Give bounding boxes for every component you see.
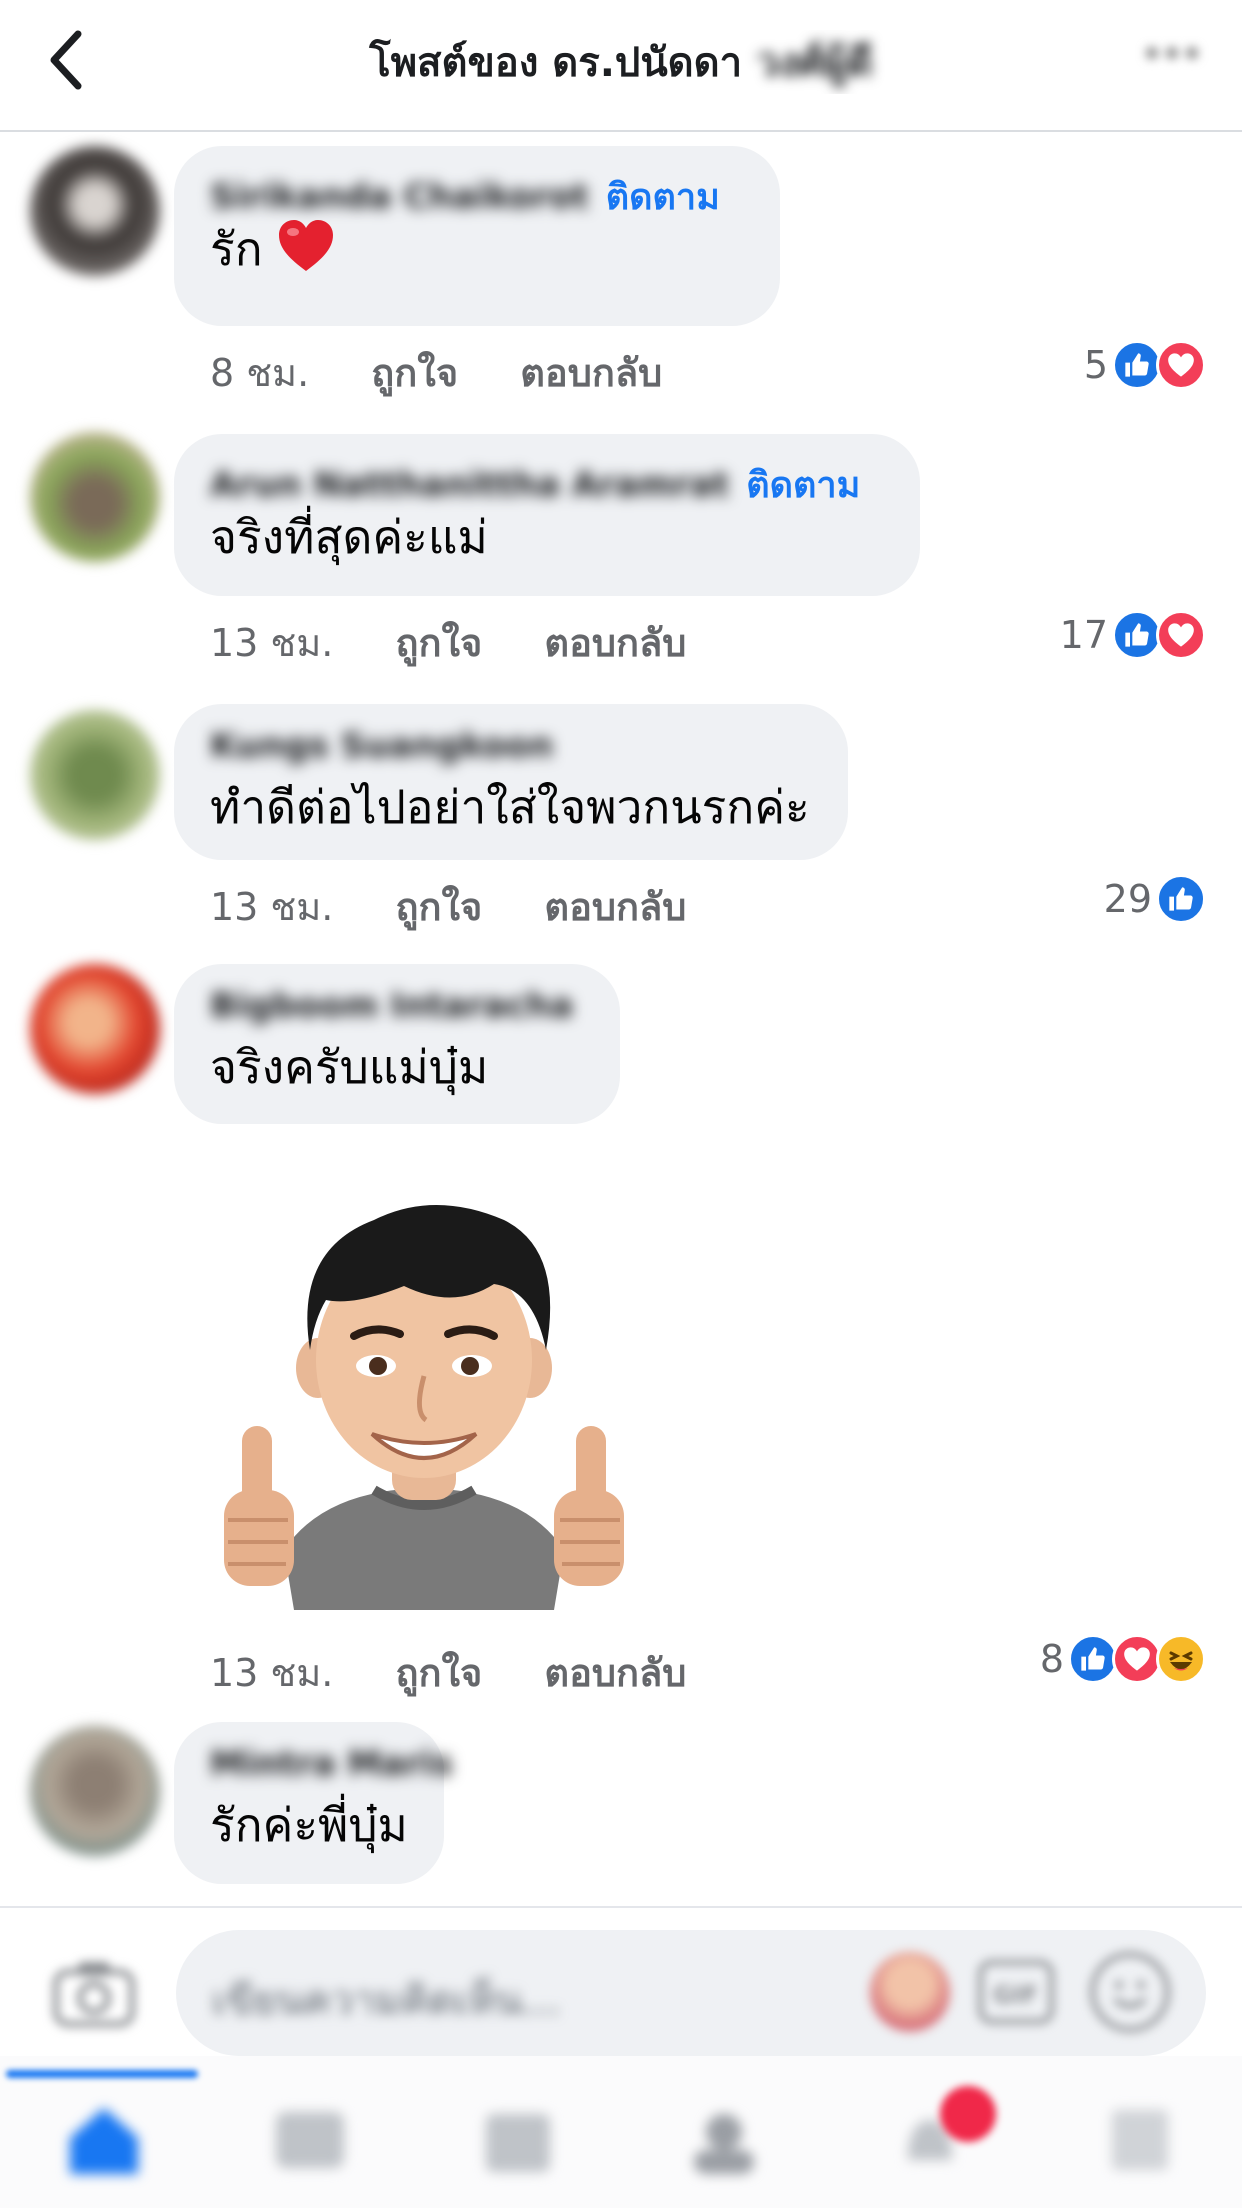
more-options-button[interactable] [1142, 44, 1202, 74]
home-icon [70, 2108, 138, 2174]
commenter-name[interactable]: Bigboom Intaracha [210, 986, 573, 1026]
top-nav-bar: โพสต์ของ ดร.ปนัดดา วงศ์ผู้ดี [0, 0, 1242, 132]
commenter-name[interactable]: Mintra Maris [210, 1744, 453, 1784]
chevron-left-icon [50, 30, 82, 90]
tab-marketplace[interactable] [476, 2102, 560, 2178]
comment-bubble[interactable]: Mintra Maris รักค่ะพี่บุ๋ม [174, 1722, 453, 1884]
notification-badge [940, 2086, 996, 2142]
comment-bubble[interactable]: Bigboom Intaracha จริงครับแม่บุ๋ม [174, 964, 620, 1124]
bottom-tab-bar [0, 2056, 1242, 2208]
reaction-summary[interactable]: 8 [1040, 1634, 1206, 1684]
tab-groups[interactable] [682, 2102, 766, 2178]
comment-text: ทำดีต่อไปอย่าใส่ใจพวกนรกค่ะ [210, 780, 810, 834]
comment-time: 13 ชม. [210, 885, 334, 929]
reaction-summary[interactable]: 5 [1084, 340, 1206, 390]
watch-icon [276, 2112, 344, 2168]
page-title-text: โพสต์ของ ดร.ปนัดดา [369, 40, 756, 86]
love-reaction-icon [1156, 610, 1206, 660]
groups-icon [694, 2114, 754, 2174]
page-title-blurred-part: วงศ์ผู้ดี [756, 40, 873, 86]
avatar[interactable] [30, 710, 160, 840]
reply-button[interactable]: ตอบกลับ [544, 885, 686, 929]
svg-text:GIF: GIF [993, 1981, 1038, 2009]
tab-menu[interactable] [1098, 2102, 1182, 2178]
reaction-count: 29 [1103, 877, 1152, 921]
commenter-name[interactable]: Kungs Suangkoon [210, 726, 553, 766]
avatar[interactable] [30, 1726, 160, 1856]
comment-time: 8 ชม. [210, 351, 310, 395]
comment-meta: 13 ชม. ถูกใจ ตอบกลับ [210, 1642, 736, 1703]
reaction-count: 8 [1039, 1637, 1064, 1681]
comment-text: จริงที่สุดค่ะแม่ [210, 510, 488, 564]
avatar[interactable] [30, 964, 160, 1094]
comment-meta: 13 ชม. ถูกใจ ตอบกลับ [210, 876, 736, 937]
camera-icon [53, 1962, 135, 2027]
avatar-thumbs-up-sticker[interactable] [214, 1190, 634, 1620]
avatar[interactable] [30, 146, 160, 276]
comment-time: 13 ชม. [210, 1651, 334, 1695]
menu-icon [1112, 2110, 1168, 2170]
comment-input-placeholder: เขียนความคิดเห็น... [212, 1978, 561, 2024]
like-reaction-icon [1112, 610, 1162, 660]
avatar[interactable] [30, 432, 160, 562]
comment-bubble[interactable]: Kungs Suangkoon ทำดีต่อไปอย่าใส่ใจพวกนรก… [174, 704, 848, 860]
emoji-button[interactable] [1090, 1952, 1170, 2032]
follow-button[interactable]: ติดตาม [606, 168, 720, 225]
comment-time: 13 ชม. [210, 621, 334, 665]
tab-watch[interactable] [268, 2102, 352, 2178]
reaction-count: 5 [1083, 343, 1108, 387]
camera-button[interactable] [52, 1958, 136, 2028]
like-reaction-icon [1068, 1634, 1118, 1684]
red-heart-icon [279, 220, 334, 271]
comment-composer: เขียนความคิดเห็น... GIF [0, 1906, 1242, 2056]
comment-meta: 13 ชม. ถูกใจ ตอบกลับ [210, 612, 736, 673]
reply-button[interactable]: ตอบกลับ [520, 351, 662, 395]
page-title: โพสต์ของ ดร.ปนัดดา วงศ์ผู้ดี [160, 30, 1082, 94]
comment-bubble[interactable]: Arun Natthanittha Aramrat ติดตาม จริงที่… [174, 434, 920, 596]
haha-reaction-icon [1156, 1634, 1206, 1684]
love-reaction-icon [1156, 340, 1206, 390]
reaction-summary[interactable]: 17 [1060, 610, 1206, 660]
tab-home[interactable] [62, 2102, 146, 2178]
comment-text: จริงครับแม่บุ๋ม [210, 1040, 489, 1094]
reaction-summary[interactable]: 29 [1104, 874, 1206, 924]
reply-button[interactable]: ตอบกลับ [544, 1651, 686, 1695]
avatar-sticker-icon [224, 1205, 624, 1610]
reaction-count: 17 [1059, 613, 1108, 657]
like-button[interactable]: ถูกใจ [395, 885, 482, 929]
like-button[interactable]: ถูกใจ [395, 621, 482, 665]
gif-button[interactable]: GIF [978, 1960, 1054, 2024]
commenter-name[interactable]: Sirikanda Chaikorot [210, 177, 589, 217]
like-button[interactable]: ถูกใจ [371, 351, 458, 395]
comment-meta: 8 ชม. ถูกใจ ตอบกลับ [210, 342, 712, 403]
back-button[interactable] [40, 24, 100, 96]
comment-bubble[interactable]: Sirikanda Chaikorot ติดตาม รัก [174, 146, 780, 326]
follow-button[interactable]: ติดตาม [746, 456, 860, 513]
smiley-icon [1113, 1981, 1147, 2009]
like-button[interactable]: ถูกใจ [395, 1651, 482, 1695]
commenter-name[interactable]: Arun Natthanittha Aramrat [210, 465, 729, 505]
active-tab-indicator [6, 2070, 198, 2078]
love-reaction-icon [1112, 1634, 1162, 1684]
comment-text: รัก [210, 222, 263, 276]
avatar-sticker-button[interactable] [870, 1952, 950, 2032]
gif-icon: GIF [993, 1981, 1038, 2009]
comment-text: รักค่ะพี่บุ๋ม [210, 1798, 408, 1852]
marketplace-icon [486, 2114, 550, 2172]
comment-input[interactable]: เขียนความคิดเห็น... GIF [176, 1930, 1206, 2056]
reply-button[interactable]: ตอบกลับ [544, 621, 686, 665]
like-reaction-icon [1112, 340, 1162, 390]
like-reaction-icon [1156, 874, 1206, 924]
